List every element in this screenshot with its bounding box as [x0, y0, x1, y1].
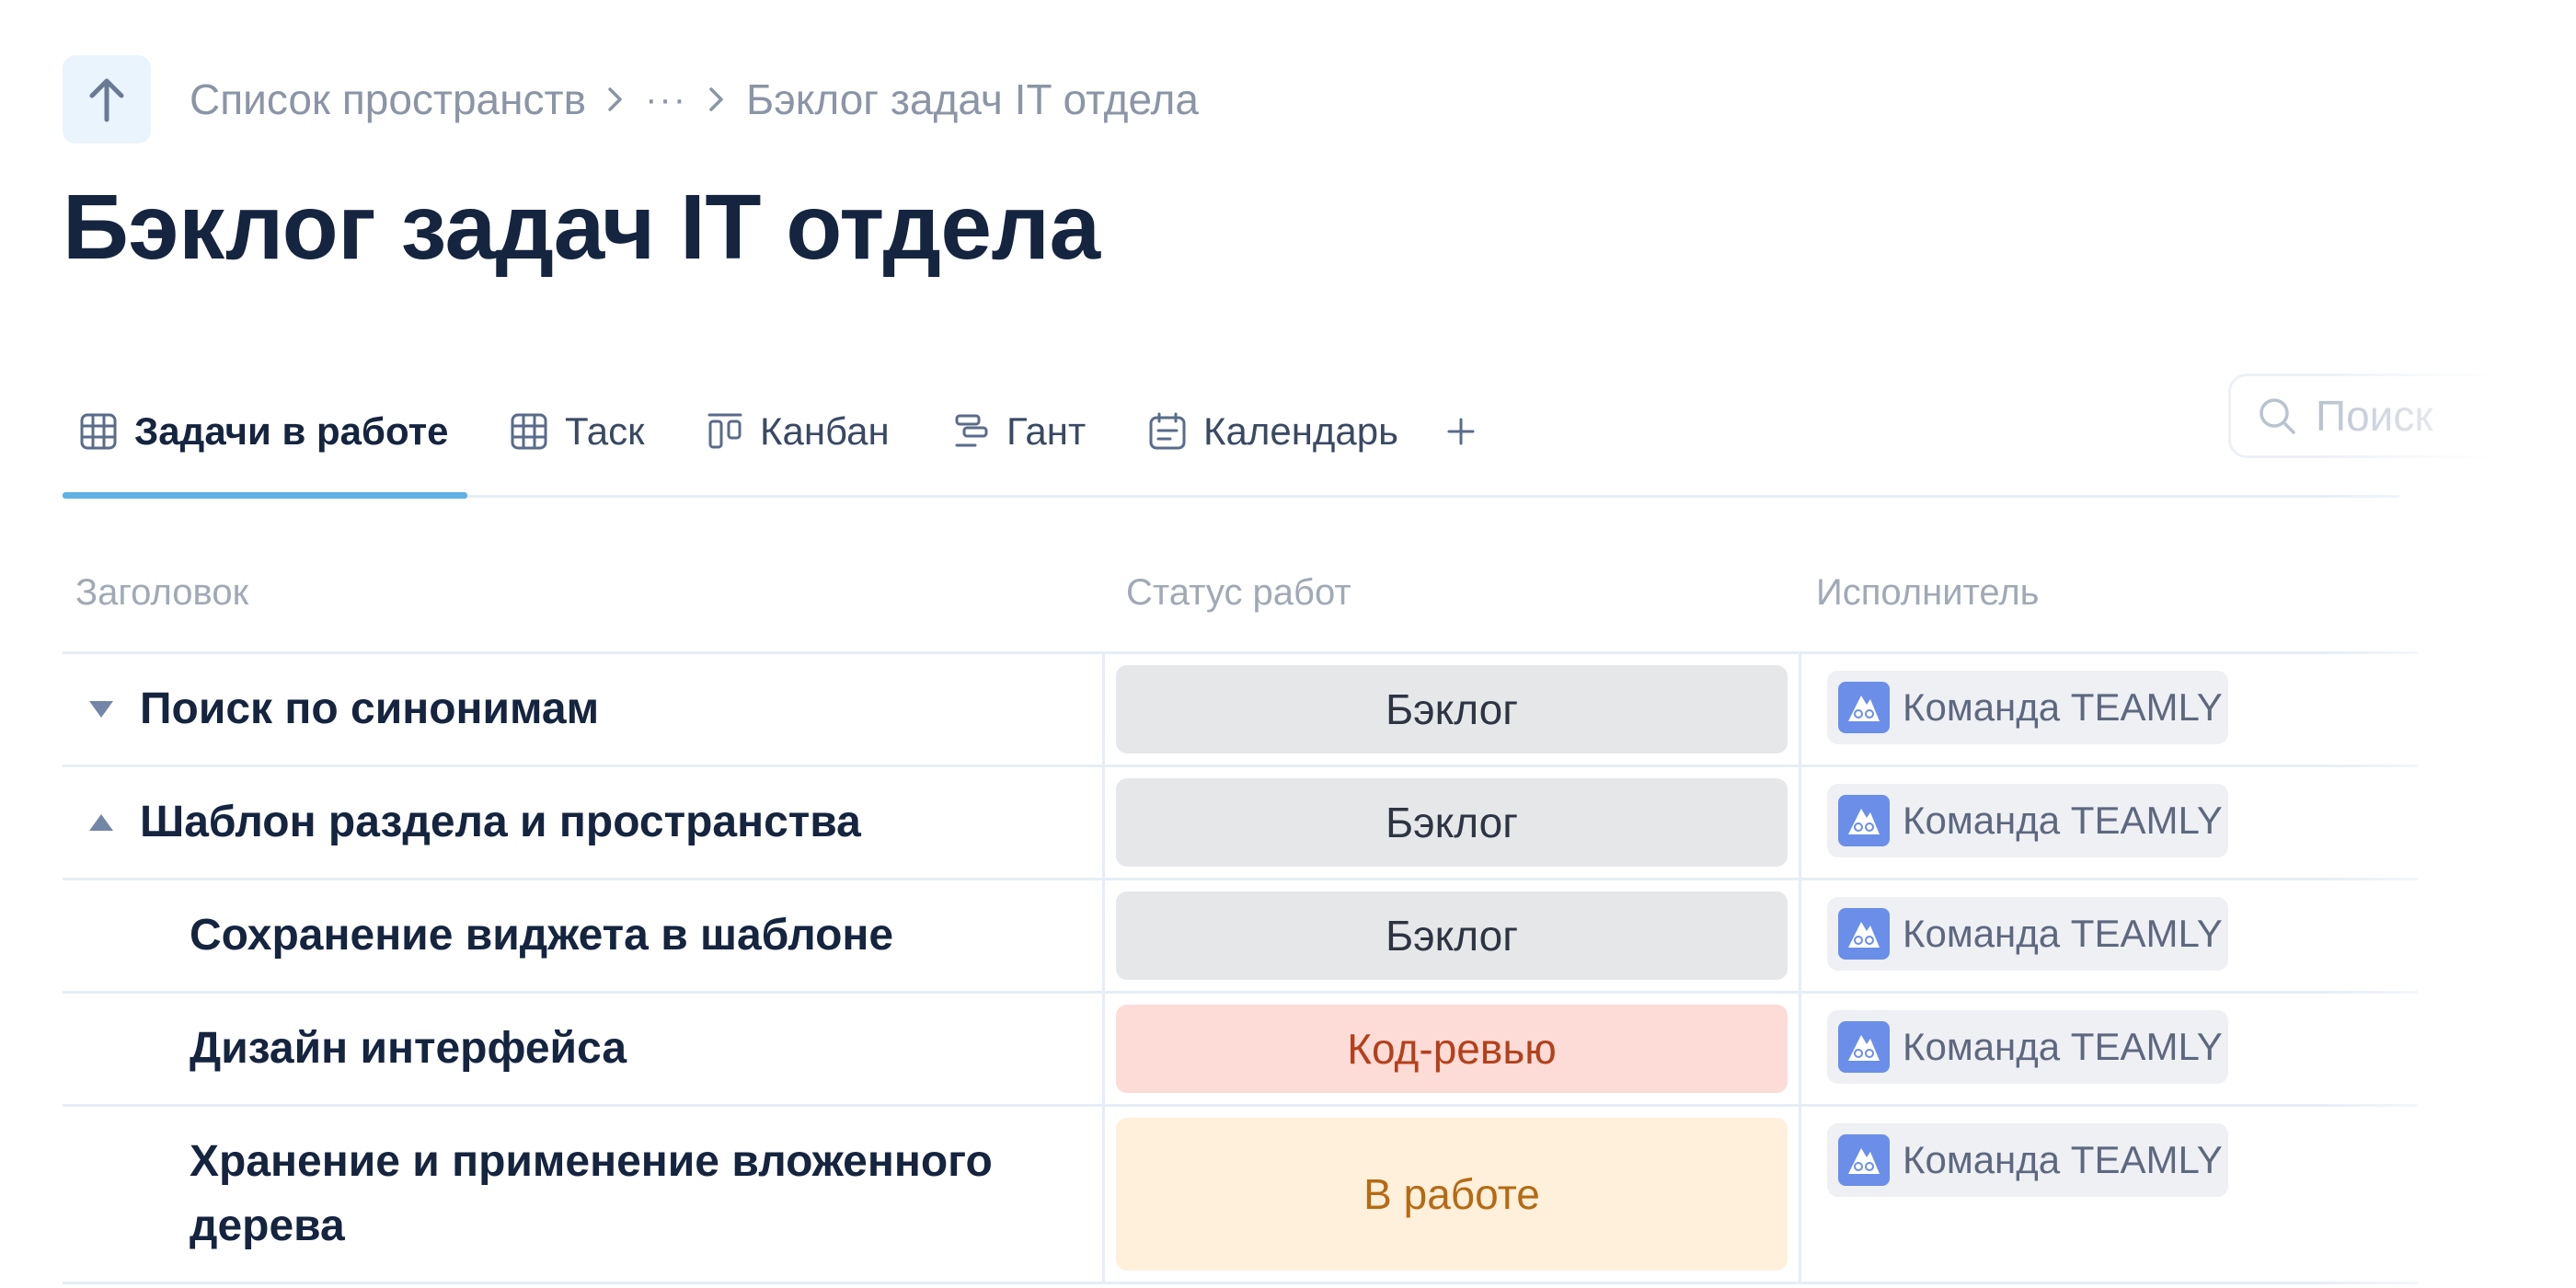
task-title[interactable]: Шаблон раздела и пространства: [140, 790, 861, 855]
team-logo-icon: [1848, 1035, 1880, 1061]
assignee-name: Команда TEAMLY: [1903, 799, 2223, 842]
status-cell: Бэклог: [1105, 880, 1801, 991]
column-header-title[interactable]: Заголовок: [75, 534, 248, 651]
search-placeholder: Поиск: [2316, 392, 2433, 440]
tab-label: Гант: [1006, 409, 1087, 453]
kanban-icon: [707, 413, 742, 449]
tab-label: Таск: [565, 409, 645, 453]
assignee-cell: Команда TEAMLY: [1801, 767, 2409, 878]
active-tab-indicator: [63, 492, 467, 499]
avatar: [1838, 795, 1890, 846]
assignee-chip[interactable]: Команда TEAMLY: [1827, 671, 2228, 744]
chevron-right-icon: [606, 86, 625, 113]
search-icon: [2260, 398, 2295, 434]
table-grid-icon: [80, 413, 117, 450]
avatar: [1838, 682, 1890, 733]
status-badge[interactable]: В работе: [1116, 1118, 1788, 1271]
tab-label: Канбан: [760, 409, 890, 453]
title-cell: Хранение и применение вложенного дерева: [63, 1107, 1105, 1282]
table-row[interactable]: Шаблон раздела и пространства Бэклог Ком…: [63, 767, 2418, 880]
avatar: [1838, 908, 1890, 960]
breadcrumb-root[interactable]: Список пространств: [190, 75, 586, 124]
add-tab-button[interactable]: [1446, 368, 1476, 495]
assignee-cell: Команда TEAMLY: [1801, 654, 2409, 765]
expand-toggle[interactable]: [63, 811, 140, 834]
team-logo-icon: [1848, 696, 1880, 721]
assignee-cell: Команда TEAMLY: [1801, 994, 2409, 1104]
assignee-name: Команда TEAMLY: [1903, 1025, 2223, 1068]
breadcrumb: Список пространств ··· Бэклог задач IT о…: [190, 72, 1199, 127]
assignee-chip[interactable]: Команда TEAMLY: [1827, 897, 2228, 971]
breadcrumb-ellipsis[interactable]: ···: [645, 79, 687, 121]
status-badge[interactable]: Бэклог: [1116, 778, 1788, 867]
table-header: Заголовок Статус работ Исполнитель: [63, 534, 2418, 654]
status-cell: Бэклог: [1105, 654, 1801, 765]
table-grid-icon: [511, 413, 547, 450]
team-logo-icon: [1848, 922, 1880, 948]
assignee-chip[interactable]: Команда TEAMLY: [1827, 1123, 2228, 1197]
assignee-cell: Команда TEAMLY: [1801, 880, 2409, 991]
arrow-up-icon: [89, 78, 124, 122]
breadcrumb-current: Бэклог задач IT отдела: [746, 75, 1199, 123]
title-cell: Поиск по синонимам: [63, 654, 1105, 765]
table-row[interactable]: Хранение и применение вложенного дерева …: [63, 1107, 2418, 1284]
assignee-chip[interactable]: Команда TEAMLY: [1827, 1010, 2228, 1084]
assignee-name: Команда TEAMLY: [1903, 912, 2223, 955]
assignee-chip[interactable]: Команда TEAMLY: [1827, 784, 2228, 857]
tab-label: Задачи в работе: [134, 409, 449, 453]
column-header-assignee[interactable]: Исполнитель: [1816, 534, 2040, 651]
task-title[interactable]: Сохранение виджета в шаблоне: [190, 903, 893, 968]
assignee-name: Команда TEAMLY: [1903, 1138, 2223, 1181]
table-row[interactable]: Сохранение виджета в шаблоне Бэклог Кома…: [63, 880, 2418, 994]
column-header-status[interactable]: Статус работ: [1126, 534, 1351, 651]
tab-calendar[interactable]: Календарь: [1148, 368, 1398, 495]
gantt-icon: [955, 414, 988, 447]
status-badge[interactable]: Код-ревью: [1116, 1005, 1788, 1093]
chevron-right-icon: [707, 86, 726, 113]
team-logo-icon: [1848, 809, 1880, 834]
plus-icon: [1447, 418, 1475, 445]
view-tabs: Задачи в работе Таск Канбан Гант Календа…: [63, 368, 2399, 499]
tab-tasks-in-progress[interactable]: Задачи в работе: [79, 368, 449, 495]
title-cell: Сохранение виджета в шаблоне: [63, 880, 1105, 991]
team-logo-icon: [1848, 1148, 1880, 1174]
navigate-up-button[interactable]: [63, 55, 151, 144]
task-title[interactable]: Поиск по синонимам: [140, 677, 599, 742]
tab-label: Календарь: [1203, 409, 1398, 453]
avatar: [1838, 1134, 1890, 1186]
avatar: [1838, 1021, 1890, 1073]
task-title[interactable]: Хранение и применение вложенного дерева: [190, 1130, 1054, 1258]
tab-kanban[interactable]: Канбан: [707, 368, 890, 495]
search-input[interactable]: Поиск: [2228, 374, 2576, 458]
table-row[interactable]: Поиск по синонимам Бэклог Команда TEAMLY: [63, 654, 2418, 767]
collapse-toggle[interactable]: [63, 698, 140, 720]
assignee-cell: Команда TEAMLY: [1801, 1107, 2409, 1282]
tasks-table: Заголовок Статус работ Исполнитель Поиск…: [63, 534, 2418, 1284]
title-cell: Шаблон раздела и пространства: [63, 767, 1105, 878]
status-cell: Бэклог: [1105, 767, 1801, 878]
title-cell: Дизайн интерфейса: [63, 994, 1105, 1104]
tab-task[interactable]: Таск: [510, 368, 645, 495]
triangle-down-icon: [89, 701, 113, 718]
table-row[interactable]: Дизайн интерфейса Код-ревью Команда TEAM…: [63, 994, 2418, 1107]
status-badge[interactable]: Бэклог: [1116, 891, 1788, 980]
status-cell: В работе: [1105, 1107, 1801, 1282]
calendar-icon: [1149, 412, 1186, 450]
triangle-up-icon: [89, 814, 113, 831]
tab-gantt[interactable]: Гант: [953, 368, 1086, 495]
page-title: Бэклог задач IT отдела: [63, 176, 1100, 279]
task-title[interactable]: Дизайн интерфейса: [190, 1017, 627, 1081]
assignee-name: Команда TEAMLY: [1903, 685, 2223, 729]
status-badge[interactable]: Бэклог: [1116, 665, 1788, 753]
status-cell: Код-ревью: [1105, 994, 1801, 1104]
